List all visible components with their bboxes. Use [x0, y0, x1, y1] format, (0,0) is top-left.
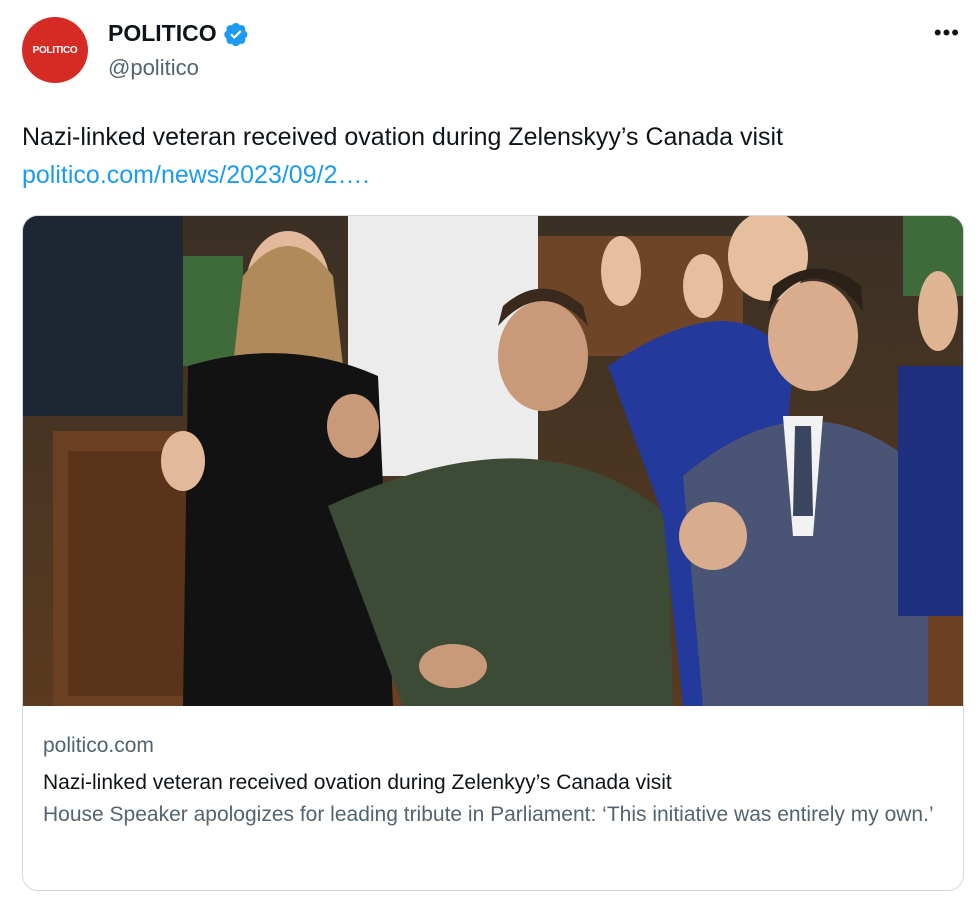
avatar-logo-text: POLITICO — [32, 44, 78, 56]
author-name-row[interactable]: POLITICO — [108, 20, 249, 47]
card-description: House Speaker apologizes for leading tri… — [43, 803, 934, 826]
verified-badge-icon — [223, 22, 247, 46]
card-domain: politico.com — [43, 734, 154, 757]
avatar[interactable]: POLITICO — [22, 17, 88, 83]
more-options-icon[interactable]: ••• — [934, 20, 960, 46]
card-photo[interactable] — [23, 216, 963, 706]
link-preview-card[interactable]: politico.com Nazi-linked veteran receive… — [22, 215, 964, 891]
card-meta[interactable]: politico.com Nazi-linked veteran receive… — [43, 731, 943, 831]
author-name[interactable]: POLITICO — [108, 20, 217, 47]
author-handle[interactable]: @politico — [108, 55, 199, 81]
card-title: Nazi-linked veteran received ovation dur… — [43, 771, 672, 794]
tweet-text: Nazi-linked veteran received ovation dur… — [22, 123, 784, 151]
tweet-link[interactable]: politico.com/news/2023/09/2…. — [22, 156, 369, 194]
